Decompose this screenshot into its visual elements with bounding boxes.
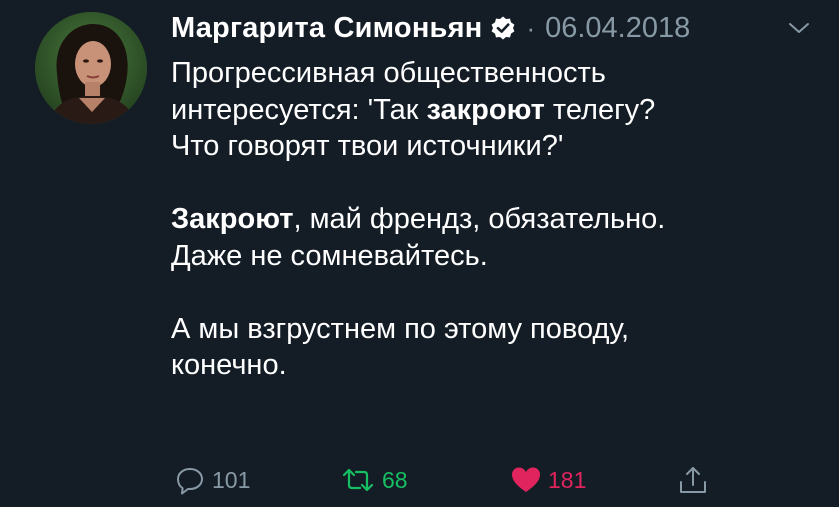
avatar-photo	[35, 12, 147, 124]
tweet-actions: 101 68 181	[170, 462, 730, 498]
tweet-text-line: конечно.	[171, 347, 821, 384]
avatar[interactable]	[35, 12, 147, 124]
share-button[interactable]	[678, 462, 708, 498]
text-segment: А мы взгрустнем по этому поводу,	[171, 312, 630, 345]
chevron-down-icon[interactable]	[786, 18, 812, 38]
heart-icon	[512, 467, 540, 492]
verified-badge-icon	[490, 15, 516, 41]
tweet-text-line: Закроют, май френдз, обязательно.	[171, 201, 821, 238]
tweet-text-line: интересуется: 'Так закроют телегу?	[171, 92, 821, 129]
author-name[interactable]: Маргарита Симоньян	[171, 12, 482, 45]
tweet-text-line: А мы взгрустнем по этому поводу,	[171, 311, 821, 348]
tweet-text: Прогрессивная общественность интересуется…	[171, 55, 821, 384]
text-segment: конечно.	[171, 349, 287, 381]
text-segment: телегу?	[544, 93, 656, 126]
share-icon	[680, 467, 706, 493]
like-count: 181	[548, 466, 587, 493]
retweet-count: 68	[382, 466, 408, 493]
retweet-button[interactable]: 68	[340, 462, 408, 498]
tweet-text-line: Что говорят твои источники?'	[171, 128, 821, 165]
tweet-text-line: Прогрессивная общественность	[171, 55, 821, 92]
text-segment: Прогрессивная общественность	[171, 57, 606, 89]
text-segment: интересуется: 'Так	[171, 93, 427, 126]
text-segment: Что говорят твои источники?'	[171, 130, 564, 162]
emphasized-word: Закроют	[171, 203, 294, 235]
tweet-text-line: Даже не сомневайтесь.	[171, 238, 821, 275]
tweet-header: Маргарита Симоньян · 06.04.2018	[171, 8, 690, 48]
header-separator: ·	[526, 12, 536, 43]
reply-icon	[177, 468, 203, 495]
reply-button[interactable]: 101	[174, 462, 250, 498]
retweet-icon	[342, 468, 374, 492]
like-button[interactable]: 181	[510, 462, 586, 498]
reply-count: 101	[212, 466, 251, 493]
text-segment: Даже не сомневайтесь.	[171, 239, 488, 272]
tweet-date[interactable]: 06.04.2018	[545, 12, 690, 45]
emphasized-word: закроют	[426, 93, 545, 126]
text-segment: , май френдз, обязательно.	[293, 203, 666, 235]
tweet-card: Маргарита Симоньян · 06.04.2018 Прогресс…	[0, 0, 839, 507]
